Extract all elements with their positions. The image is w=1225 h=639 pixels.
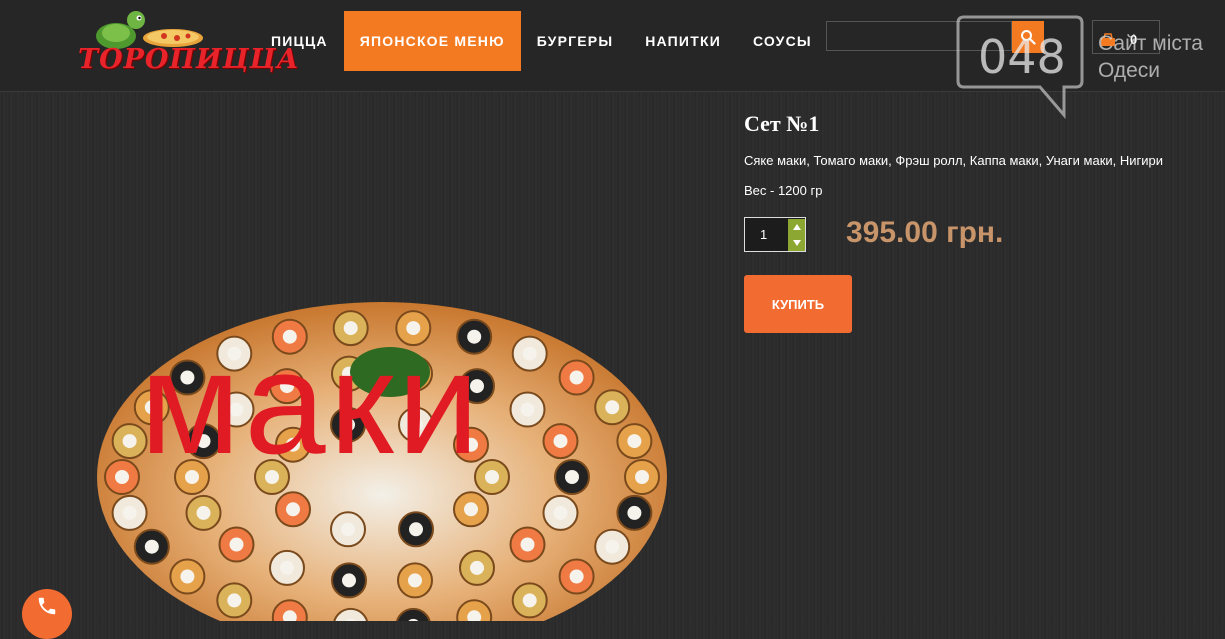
sushi-roll-center — [565, 470, 579, 484]
sushi-roll-center — [520, 537, 535, 552]
sushi-roll-center — [227, 593, 242, 608]
sushi-roll-center — [522, 346, 537, 361]
product-price: 395.00 грн. — [846, 216, 1004, 249]
buy-button[interactable]: КУПИТЬ — [744, 275, 852, 333]
nav-item-pizza[interactable]: ПИЦЦА — [255, 11, 344, 71]
quantity-decrease-button[interactable] — [788, 235, 805, 251]
quantity-stepper: 1 — [744, 217, 806, 252]
sushi-roll-center — [569, 569, 584, 584]
watermark-line-2: Одеси — [1098, 59, 1161, 82]
nav-item-burgers[interactable]: БУРГЕРЫ — [521, 11, 629, 71]
main-nav: ПИЦЦА ЯПОНСКОЕ МЕНЮ БУРГЕРЫ НАПИТКИ СОУС… — [255, 11, 828, 71]
sushi-roll-center — [122, 505, 137, 520]
nav-item-drinks[interactable]: НАПИТКИ — [629, 11, 737, 71]
phone-icon — [38, 597, 56, 615]
sushi-roll-center — [144, 539, 159, 554]
sushi-roll-center — [553, 505, 568, 520]
sushi-roll-center — [122, 434, 137, 449]
sushi-roll-center — [280, 560, 294, 575]
product-image: маки — [90, 262, 680, 639]
nav-item-sauces[interactable]: СОУСЫ — [737, 11, 828, 71]
quantity-input[interactable]: 1 — [760, 227, 767, 242]
sushi-roll-center — [408, 573, 422, 588]
sushi-roll-center — [341, 522, 355, 537]
sushi-roll-center — [627, 505, 642, 520]
watermark-number: 048 — [978, 30, 1066, 84]
sushi-roll-center — [409, 522, 423, 537]
sushi-roll-center — [522, 593, 537, 608]
call-button[interactable] — [22, 589, 72, 639]
sushi-roll-center — [485, 470, 499, 484]
sushi-roll-center — [553, 434, 568, 449]
quantity-increase-button[interactable] — [788, 219, 805, 235]
watermark-line-1: Сайт міста — [1098, 32, 1203, 55]
sushi-roll-center — [115, 470, 129, 484]
arrow-up-icon — [792, 224, 801, 230]
sushi-roll-center — [229, 537, 244, 552]
sushi-roll-center — [605, 539, 620, 554]
product-weight: Вес - 1200 гр — [744, 183, 823, 198]
sushi-roll-center — [196, 505, 211, 520]
sushi-roll-center — [605, 400, 620, 415]
logo[interactable]: ТОРОПИЦЦА — [78, 6, 299, 75]
image-caption: маки — [140, 321, 484, 484]
sushi-roll-center — [342, 573, 356, 588]
sushi-roll-center — [286, 502, 300, 517]
sushi-roll-center — [635, 470, 649, 484]
sushi-roll-center — [520, 402, 535, 417]
sushi-roll-center — [569, 370, 584, 385]
product-title: Сет №1 — [744, 111, 820, 136]
product-description: Сяке маки, Томаго маки, Фрэш ролл, Каппа… — [744, 153, 1164, 168]
sushi-roll-center — [627, 434, 642, 449]
watermark-text: Сайт міста Одеси — [1098, 30, 1203, 84]
arrow-down-icon — [792, 240, 801, 246]
nav-item-japanese-menu[interactable]: ЯПОНСКОЕ МЕНЮ — [343, 11, 521, 71]
sushi-roll-center — [180, 569, 195, 584]
sushi-roll-center — [470, 560, 484, 575]
sushi-roll-center — [464, 502, 478, 517]
